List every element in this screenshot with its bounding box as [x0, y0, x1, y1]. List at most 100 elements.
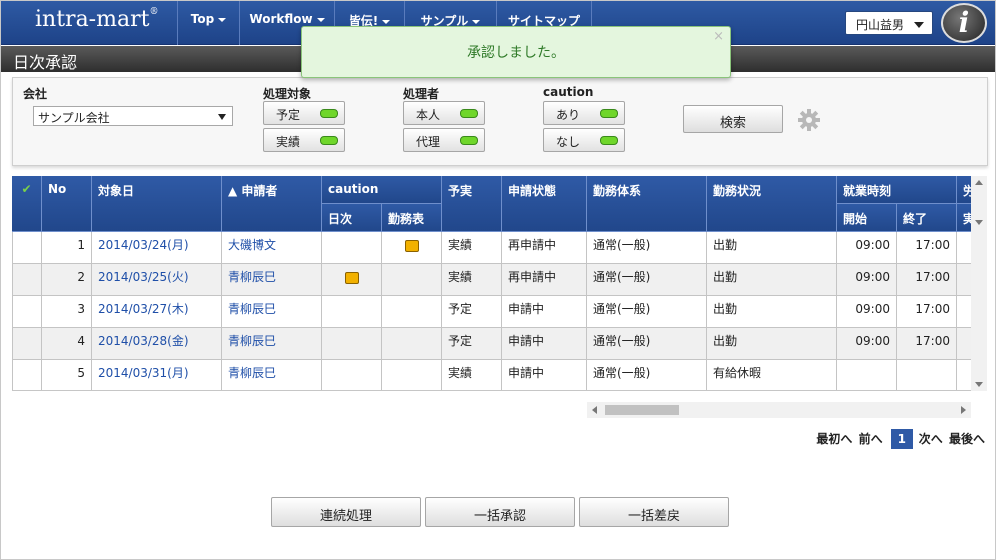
col-header-caution-daily[interactable]: 日次 — [322, 204, 382, 232]
row-applicant-link-text[interactable]: 青柳辰巳 — [228, 366, 276, 380]
row-date-link-text[interactable]: 2014/03/28(金) — [98, 334, 189, 348]
col-header-next-sub: 実 — [957, 204, 971, 232]
app-window: intra-mart® Top Workflow 皆伝! サンプル サイトマップ… — [0, 0, 996, 560]
row-caution-daily — [322, 328, 382, 360]
user-menu-select[interactable]: 円山益男 — [845, 11, 933, 35]
col-header-plan-actual-label: 予実 — [448, 184, 473, 198]
row-checkbox[interactable] — [12, 296, 42, 328]
toggle-actual[interactable]: 実績 — [263, 128, 345, 152]
company-label: 会社 — [23, 87, 48, 101]
arrow-up-icon[interactable] — [975, 180, 983, 185]
row-work-type-text: 通常(一般) — [593, 238, 651, 252]
toggle-self-label: 本人 — [416, 108, 441, 122]
logo-text: intra-mart — [35, 7, 150, 32]
row-work-type-text: 通常(一般) — [593, 334, 651, 348]
pager-current-page[interactable]: 1 — [890, 429, 913, 449]
close-icon[interactable]: × — [713, 29, 724, 44]
col-header-work-status[interactable]: 勤務状況 — [707, 176, 837, 232]
row-checkbox[interactable] — [12, 328, 42, 360]
row-applicant-link[interactable]: 青柳辰巳 — [222, 296, 322, 328]
row-applicant-link-text[interactable]: 青柳辰巳 — [228, 334, 276, 348]
pager-first[interactable]: 最初へ — [816, 432, 852, 446]
row-applicant-link[interactable]: 青柳辰巳 — [222, 328, 322, 360]
row-applicant-link-text[interactable]: 青柳辰巳 — [228, 302, 276, 316]
select-all-checkbox[interactable]: ✔ — [12, 176, 42, 232]
row-date-link[interactable]: 2014/03/25(火) — [92, 264, 222, 296]
row-date-link-text[interactable]: 2014/03/27(木) — [98, 302, 189, 316]
vertical-scrollbar[interactable] — [971, 176, 987, 391]
row-applicant-link-text[interactable]: 青柳辰巳 — [228, 270, 276, 284]
row-end: 17:00 — [897, 264, 957, 296]
row-date-link-text[interactable]: 2014/03/31(月) — [98, 366, 189, 380]
col-header-no[interactable]: No — [42, 176, 92, 232]
col-header-start[interactable]: 開始 — [837, 204, 897, 232]
col-header-caution-schedule-label: 勤務表 — [388, 212, 425, 226]
avatar[interactable]: i — [941, 3, 987, 43]
sequential-process-label: 連続処理 — [319, 509, 372, 524]
col-header-status[interactable]: 申請状態 — [502, 176, 587, 232]
page-title: 日次承認 — [13, 53, 78, 72]
pager-last[interactable]: 最後へ — [949, 432, 985, 446]
scrollbar-thumb[interactable] — [605, 405, 679, 415]
caution-icon[interactable] — [344, 272, 359, 284]
row-end-text: 17:00 — [915, 238, 950, 252]
arrow-left-icon[interactable] — [592, 406, 597, 414]
toggle-plan[interactable]: 予定 — [263, 101, 345, 125]
col-header-work-type[interactable]: 勤務体系 — [587, 176, 707, 232]
col-header-next-label: 労 — [963, 184, 971, 198]
toggle-proxy-label: 代理 — [416, 135, 441, 149]
company-select[interactable]: サンプル会社 — [33, 106, 233, 126]
row-applicant-link-text[interactable]: 大磯博文 — [228, 238, 276, 252]
arrow-down-icon[interactable] — [975, 382, 983, 387]
row-status-text: 再申請中 — [508, 270, 557, 284]
row-date-link-text[interactable]: 2014/03/24(月) — [98, 238, 189, 252]
arrow-right-icon[interactable] — [961, 406, 966, 414]
col-header-end[interactable]: 終了 — [897, 204, 957, 232]
gear-icon[interactable] — [797, 108, 821, 132]
col-header-caution: caution — [322, 176, 442, 204]
row-date-link[interactable]: 2014/03/27(木) — [92, 296, 222, 328]
processor-label: 処理者 — [403, 87, 440, 101]
row-applicant-link[interactable]: 青柳辰巳 — [222, 264, 322, 296]
bulk-return-button[interactable]: 一括差戻 — [579, 497, 729, 527]
row-checkbox[interactable] — [12, 264, 42, 296]
row-next — [957, 232, 971, 264]
search-button[interactable]: 検索 — [683, 105, 783, 133]
toggle-caution-yes[interactable]: あり — [543, 101, 625, 125]
col-header-date[interactable]: 対象日 — [92, 176, 222, 232]
row-caution-schedule — [382, 328, 442, 360]
horizontal-scrollbar[interactable] — [587, 402, 971, 418]
toggle-caution-no[interactable]: なし — [543, 128, 625, 152]
row-checkbox[interactable] — [12, 232, 42, 264]
row-plan-actual-text: 予定 — [448, 334, 473, 348]
bulk-approve-button[interactable]: 一括承認 — [425, 497, 575, 527]
row-date-link[interactable]: 2014/03/24(月) — [92, 232, 222, 264]
row-status: 申請中 — [502, 328, 587, 360]
row-work-status-text: 有給休暇 — [713, 366, 762, 380]
row-caution-daily — [322, 296, 382, 328]
pager-next[interactable]: 次へ — [919, 432, 943, 446]
caution-icon[interactable] — [404, 240, 419, 252]
sequential-process-button[interactable]: 連続処理 — [271, 497, 421, 527]
col-header-caution-schedule[interactable]: 勤務表 — [382, 204, 442, 232]
row-work-type: 通常(一般) — [587, 328, 707, 360]
row-status-text: 申請中 — [508, 366, 545, 380]
row-no-text: 2 — [77, 270, 85, 284]
row-start — [837, 360, 897, 390]
col-header-plan-actual[interactable]: 予実 — [442, 176, 502, 232]
row-date-link[interactable]: 2014/03/31(月) — [92, 360, 222, 390]
row-work-type-text: 通常(一般) — [593, 270, 651, 284]
col-header-applicant[interactable]: ▲ 申請者 — [222, 176, 322, 232]
row-date-link[interactable]: 2014/03/28(金) — [92, 328, 222, 360]
row-applicant-link[interactable]: 青柳辰巳 — [222, 360, 322, 390]
row-checkbox[interactable] — [12, 360, 42, 390]
toggle-proxy[interactable]: 代理 — [403, 128, 485, 152]
toggle-self[interactable]: 本人 — [403, 101, 485, 125]
row-applicant-link[interactable]: 大磯博文 — [222, 232, 322, 264]
intra-mart-logo[interactable]: intra-mart® — [35, 7, 158, 32]
row-date-link-text[interactable]: 2014/03/25(火) — [98, 270, 189, 284]
pagination: 最初へ 前へ 1 次へ 最後へ — [814, 429, 985, 449]
row-work-status-text: 出勤 — [713, 270, 738, 284]
nav-top[interactable]: Top — [177, 1, 239, 45]
pager-prev[interactable]: 前へ — [859, 432, 883, 446]
